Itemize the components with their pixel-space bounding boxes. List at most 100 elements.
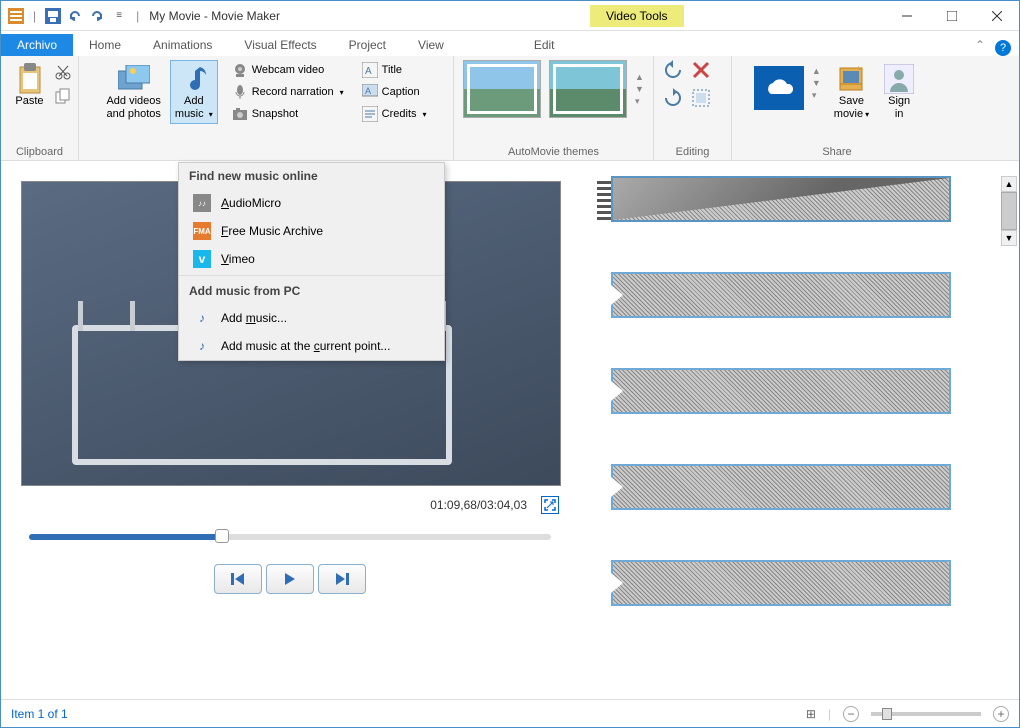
title-button[interactable]: A Title [358,60,431,80]
ribbon: Paste Clipboard Add videos and photos [1,56,1019,161]
zoom-slider[interactable] [871,712,981,716]
statusbar: Item 1 of 1 ⊞ | − + [1,699,1019,727]
add-videos-label: Add videos and photos [106,95,160,121]
timeline-clip[interactable] [611,560,951,606]
scroll-up-icon[interactable]: ▲ [1001,176,1017,192]
content-area: 01:09,68/03:04,03 ▲ ▼ [1,161,1019,699]
ribbon-group-automovie: ▲▼▾ AutoMovie themes [454,56,654,160]
copy-icon[interactable] [55,88,71,104]
tab-project[interactable]: Project [333,34,402,56]
status-item-count: Item 1 of 1 [11,707,68,721]
menu-item-free-music-archive[interactable]: FMA Free Music Archive [179,217,444,245]
prev-frame-button[interactable] [214,564,262,594]
zoom-in-button[interactable]: + [993,706,1009,722]
credits-icon [362,106,378,122]
scroll-down-icon[interactable]: ▼ [1001,230,1017,246]
svg-text:A: A [365,86,371,96]
zoom-out-button[interactable]: − [843,706,859,722]
timeline-clip[interactable] [611,176,951,222]
next-frame-button[interactable] [318,564,366,594]
save-movie-button[interactable]: Save movie▾ [829,60,874,124]
collapse-ribbon-icon[interactable]: ⌃ [965,34,995,56]
onedrive-button[interactable] [754,66,804,110]
webcam-video-button[interactable]: Webcam video [228,60,348,80]
ribbon-group-share: ▲▼▾ Save movie▾ Sign in Share [732,56,942,160]
play-button[interactable] [266,564,314,594]
cut-icon[interactable] [55,64,71,80]
menu-separator [179,275,444,276]
separator: | [136,9,139,23]
music-note-icon [178,63,210,95]
theme-thumb-2[interactable] [549,60,627,118]
timeline-clip[interactable] [611,464,951,510]
theme-gallery-expand[interactable]: ▲▼▾ [635,72,644,107]
menu-item-add-music-current[interactable]: ♪ Add music at the current point... [179,332,444,360]
record-narration-button[interactable]: Record narration▾ [228,82,348,102]
view-toggle-icon[interactable]: ⊞ [806,707,816,721]
credits-button[interactable]: Credits▾ [358,104,431,124]
minimize-button[interactable] [884,1,929,31]
add-group-label [264,144,267,158]
time-display: 01:09,68/03:04,03 [430,498,527,512]
clipboard-group-label: Clipboard [16,144,63,158]
tab-edit[interactable]: Edit [518,34,571,56]
film-reel-icon [835,63,867,95]
menu-item-vimeo[interactable]: v Vimeo [179,245,444,273]
timeline-clip[interactable] [611,368,951,414]
menu-item-add-music[interactable]: ♪ Add music... [179,304,444,332]
seek-bar[interactable] [29,534,551,540]
cloud-icon [763,78,795,98]
vimeo-icon: v [193,250,211,268]
redo-icon[interactable] [88,7,106,25]
share-gallery-expand[interactable]: ▲▼▾ [812,66,821,101]
tab-archivo[interactable]: Archivo [1,34,73,56]
user-icon [883,63,915,95]
save-icon[interactable] [44,7,62,25]
webcam-icon [232,62,248,78]
theme-thumb-1[interactable] [463,60,541,118]
caption-icon: A [362,84,378,100]
select-all-icon[interactable] [691,88,711,108]
window-controls [884,1,1019,31]
dropdown-header-pc: Add music from PC [179,278,444,304]
tab-animations[interactable]: Animations [137,34,228,56]
zoom-thumb[interactable] [882,708,892,720]
share-group-label: Share [822,144,851,158]
photos-icon [118,63,150,95]
ribbon-group-add: Add videos and photos Add music ▾ Webcam… [79,56,454,160]
rotate-right-icon[interactable] [663,88,683,108]
camera-icon [232,106,248,122]
contextual-tab-header: Video Tools [590,9,684,23]
vertical-scrollbar[interactable]: ▲ ▼ [1001,176,1017,246]
help-icon[interactable]: ? [995,40,1011,56]
fullscreen-icon[interactable] [541,496,559,514]
automovie-group-label: AutoMovie themes [508,144,599,158]
quick-access-toolbar: | ≡ | [1,7,149,25]
ribbon-tabs: Archivo Home Animations Visual Effects P… [1,31,1019,56]
qat-dropdown-icon[interactable]: ≡ [110,7,128,25]
tab-home[interactable]: Home [73,34,137,56]
timeline-clip[interactable] [611,272,951,318]
editing-group-label: Editing [676,144,710,158]
separator: | [33,9,36,23]
tab-visual-effects[interactable]: Visual Effects [228,34,332,56]
caption-button[interactable]: A Caption [358,82,431,102]
tab-view[interactable]: View [402,34,460,56]
delete-icon[interactable] [691,60,711,80]
clipboard-icon [14,63,46,95]
maximize-button[interactable] [929,1,974,31]
sign-in-button[interactable]: Sign in [878,60,920,124]
app-icon[interactable] [7,7,25,25]
paste-button[interactable]: Paste [9,60,51,111]
add-videos-button[interactable]: Add videos and photos [101,60,165,124]
svg-text:A: A [365,66,372,77]
close-button[interactable] [974,1,1019,31]
rotate-left-icon[interactable] [663,60,683,80]
save-movie-label: Save movie▾ [834,95,869,121]
menu-item-audiomicro[interactable]: ♪♪ AudioMicro [179,189,444,217]
scroll-thumb[interactable] [1001,192,1017,230]
undo-icon[interactable] [66,7,84,25]
add-music-button[interactable]: Add music ▾ [170,60,218,124]
seek-thumb[interactable] [215,529,229,543]
snapshot-button[interactable]: Snapshot [228,104,348,124]
